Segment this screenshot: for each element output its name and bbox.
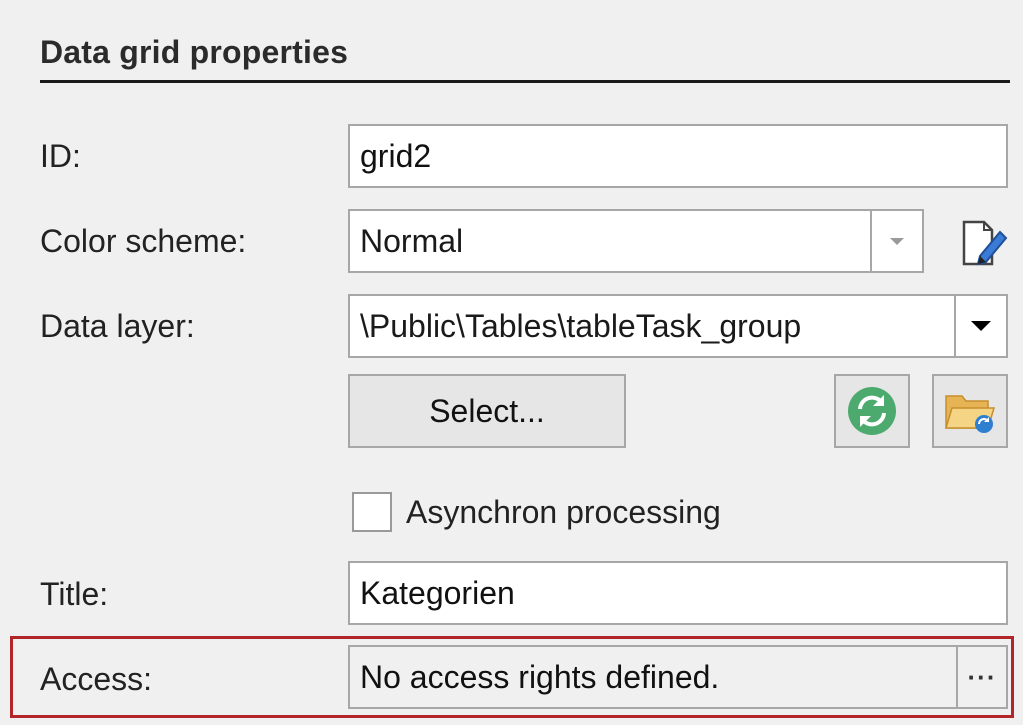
chevron-down-icon	[971, 321, 991, 331]
select-button[interactable]: Select...	[348, 374, 626, 448]
color-scheme-label: Color scheme:	[40, 223, 247, 259]
color-scheme-value: Normal	[348, 209, 870, 273]
refresh-icon	[848, 387, 896, 435]
access-label: Access:	[40, 661, 153, 697]
data-grid-properties-panel: Data grid properties ID: grid2 Color sch…	[0, 0, 1023, 725]
color-scheme-dropdown[interactable]: Normal	[348, 209, 924, 273]
section-divider	[40, 80, 1010, 83]
open-folder-button[interactable]	[932, 374, 1008, 448]
access-value: No access rights defined.	[348, 645, 958, 709]
color-scheme-dropdown-button[interactable]	[870, 209, 924, 273]
data-layer-value: \Public\Tables\tableTask_group	[348, 294, 954, 358]
chevron-down-icon	[890, 237, 904, 245]
data-layer-dropdown-button[interactable]	[954, 294, 1008, 358]
data-layer-label: Data layer:	[40, 308, 195, 344]
id-input[interactable]: grid2	[348, 124, 1008, 188]
async-processing-label[interactable]: Asynchron processing	[406, 494, 721, 531]
edit-document-pencil-icon[interactable]	[954, 218, 1010, 270]
open-folder-icon	[944, 395, 996, 433]
section-title: Data grid properties	[40, 34, 349, 70]
id-label: ID:	[40, 138, 81, 174]
refresh-button[interactable]	[834, 374, 910, 448]
title-label: Title:	[40, 576, 109, 612]
title-input[interactable]: Kategorien	[348, 561, 1008, 625]
access-ellipsis-button[interactable]: ···	[956, 645, 1008, 709]
data-layer-dropdown[interactable]: \Public\Tables\tableTask_group	[348, 294, 1008, 358]
async-processing-checkbox[interactable]	[352, 492, 392, 532]
